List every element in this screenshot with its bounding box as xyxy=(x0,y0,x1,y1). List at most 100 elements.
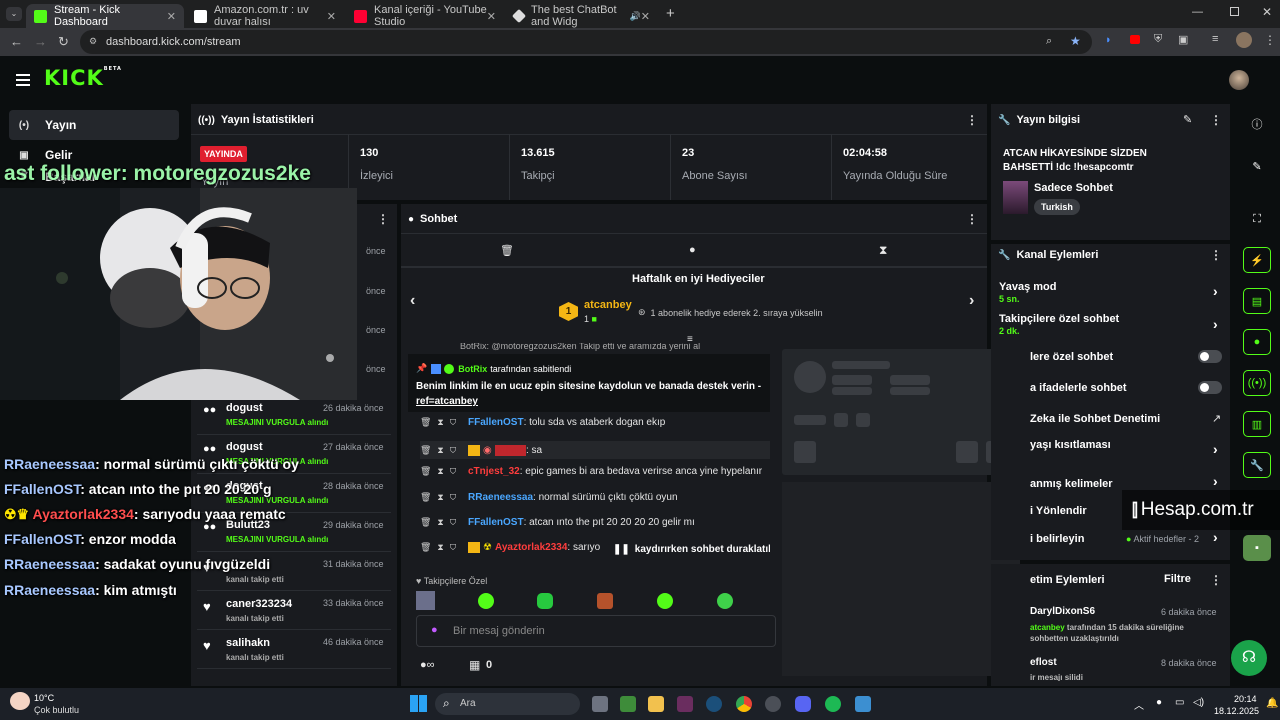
clock-date[interactable]: 18.12.2025 xyxy=(1214,706,1259,716)
chat-username[interactable]: FFallenOST xyxy=(468,517,524,528)
hourglass-icon[interactable]: ⧗ xyxy=(879,243,887,258)
extensions-puzzle-icon[interactable]: ≡ xyxy=(1212,33,1218,45)
discord-icon[interactable] xyxy=(795,696,811,712)
profile-avatar-icon[interactable] xyxy=(1236,32,1252,48)
user-avatar[interactable] xyxy=(1229,70,1249,90)
minimize-window-button[interactable]: — xyxy=(1192,6,1203,18)
steam-icon[interactable] xyxy=(706,696,722,712)
emote-tile[interactable] xyxy=(416,591,435,610)
tab-kick-dashboard[interactable]: Stream - Kick Dashboard ✕ xyxy=(26,4,184,28)
tab-close-icon[interactable]: ✕ xyxy=(487,10,496,23)
sidebar-item-yayin[interactable]: (•) Yayın xyxy=(9,110,179,140)
chat-message[interactable]: 🗑⧗⛉ RRaeneessaa: normal sürümü çıktı çök… xyxy=(420,492,678,503)
mod-action-icons[interactable]: 🗑⧗⛉ xyxy=(420,445,468,456)
mic-tray-icon[interactable]: ● xyxy=(1156,697,1162,708)
app-purple-icon[interactable] xyxy=(677,696,693,712)
document-icon[interactable]: ▤ xyxy=(1243,288,1271,314)
language-tag[interactable]: Turkish xyxy=(1034,199,1080,215)
info-icon[interactable]: ⓘ xyxy=(1243,111,1271,137)
extension-translate-icon[interactable]: ◗ xyxy=(1105,34,1112,46)
zoom-icon[interactable]: ⌕ xyxy=(1046,35,1052,48)
age-restriction-label[interactable]: yaşı kısıtlaması xyxy=(1030,439,1111,451)
trash-icon[interactable]: 🗑 xyxy=(500,244,514,257)
mod-action-icons[interactable]: 🗑⧗⛉ xyxy=(420,542,468,553)
subs-chat-toggle[interactable] xyxy=(1198,350,1222,363)
stats-menu-icon[interactable]: ⋮ xyxy=(966,113,978,127)
fullscreen-icon[interactable]: ⛶ xyxy=(1243,206,1271,232)
stream-info-menu-icon[interactable]: ⋮ xyxy=(1210,113,1222,127)
emote-tile[interactable] xyxy=(537,593,553,609)
emote-tile[interactable] xyxy=(597,593,613,609)
lightning-icon[interactable]: ⚡ xyxy=(1243,247,1271,273)
filter-button[interactable]: Filtre xyxy=(1164,573,1191,585)
support-headset-icon[interactable]: ☊ xyxy=(1231,640,1267,676)
mod-action-user[interactable]: DarylDixonS6 xyxy=(1030,606,1095,617)
top-gifter-name[interactable]: atcanbey xyxy=(584,299,632,311)
wrench-icon[interactable]: 🔧 xyxy=(1243,452,1271,478)
spotify-icon[interactable] xyxy=(825,696,841,712)
slow-mode-label[interactable]: Yavaş mod xyxy=(999,281,1056,293)
new-tab-button[interactable]: + xyxy=(666,5,675,22)
broadcast-icon[interactable]: ((•)) xyxy=(1243,370,1271,396)
chrome-icon[interactable] xyxy=(736,696,752,712)
feed-menu-icon[interactable]: ⋮ xyxy=(377,212,389,226)
app-recorder-icon[interactable] xyxy=(765,696,781,712)
emote-chat-toggle[interactable] xyxy=(1198,381,1222,394)
tray-chevron-icon[interactable]: ︿ xyxy=(1134,697,1144,712)
chat-username[interactable]: RRaeneessaa xyxy=(468,492,533,503)
mod-actions-menu-icon[interactable]: ⋮ xyxy=(1210,573,1222,587)
tab-close-icon[interactable]: ✕ xyxy=(641,10,650,23)
chat-menu-icon[interactable]: ⋮ xyxy=(966,212,978,226)
chevron-right-icon[interactable]: › xyxy=(1213,529,1218,545)
emote-tile[interactable] xyxy=(657,593,673,609)
store-icon[interactable]: ▦ xyxy=(469,658,480,672)
mic-icon[interactable]: ● xyxy=(431,624,438,636)
weather-icon[interactable] xyxy=(10,692,30,710)
back-icon[interactable]: ← xyxy=(10,34,23,49)
forward-icon[interactable]: → xyxy=(34,34,47,49)
extension-youtube-icon[interactable] xyxy=(1130,35,1140,44)
tab-close-icon[interactable]: ✕ xyxy=(327,10,336,23)
chevron-right-icon[interactable]: › xyxy=(1213,283,1218,299)
chat-bubble-icon[interactable]: ● xyxy=(1243,329,1271,355)
extension-shield-icon[interactable]: ▣ xyxy=(1178,33,1188,46)
followers-chat-label[interactable]: Takipçilere özel sohbet xyxy=(999,313,1119,325)
chevron-right-icon[interactable]: › xyxy=(1213,473,1218,489)
mod-actor[interactable]: atcanbey xyxy=(1030,623,1065,632)
goals-label[interactable]: i belirleyin xyxy=(1030,533,1084,545)
chat-message[interactable]: 🗑⧗⛉ ◉ mhno: sa xyxy=(420,441,770,459)
mod-action-icons[interactable]: 🗑⧗⛉ xyxy=(420,466,468,477)
gifters-prev-icon[interactable]: ‹ xyxy=(410,292,415,310)
site-info-icon[interactable]: ⚙ xyxy=(89,36,97,47)
chat-username[interactable]: mhno xyxy=(494,444,526,456)
gifters-next-icon[interactable]: › xyxy=(969,292,974,310)
mod-action-user[interactable]: eflost xyxy=(1030,657,1057,668)
mod-action-icons[interactable]: 🗑⧗⛉ xyxy=(420,417,468,428)
chat-message[interactable]: 🗑⧗⛉ cTnjest_32: epic games bi ara bedava… xyxy=(420,466,762,477)
ai-moderation-label[interactable]: Zeka ile Sohbet Denetimi xyxy=(1030,413,1160,425)
points-icon[interactable]: ●∞ xyxy=(420,659,435,671)
network-icon[interactable]: ▭ xyxy=(1175,697,1184,708)
chat-username[interactable]: FFallenOST xyxy=(468,417,524,428)
kick-logo[interactable]: KICKBETA xyxy=(44,66,122,90)
app-blue-icon[interactable] xyxy=(855,696,871,712)
chat-paused-notice[interactable]: ❚❚ kaydırırken sohbet duraklatıl xyxy=(607,537,770,561)
address-bar[interactable]: ⚙ dashboard.kick.com/stream ⌕ ★ xyxy=(80,30,1092,54)
maximize-window-button[interactable] xyxy=(1230,7,1239,16)
bookmark-star-icon[interactable]: ★ xyxy=(1070,34,1081,48)
chat-bubble-icon[interactable]: ● xyxy=(689,244,696,256)
banned-words-label[interactable]: anmış kelimeler xyxy=(1030,478,1113,490)
chat-message[interactable]: 🗑⧗⛉ ☢ Ayaztorlak2334: sarıyo xyxy=(420,542,600,553)
chevron-right-icon[interactable]: › xyxy=(1213,316,1218,332)
redirect-label[interactable]: i Yönlendir xyxy=(1030,505,1087,517)
volume-icon[interactable]: ◁) xyxy=(1193,697,1204,708)
reload-icon[interactable]: ↻ xyxy=(58,34,69,50)
minecraft-icon[interactable] xyxy=(620,696,636,712)
channel-actions-menu-icon[interactable]: ⋮ xyxy=(1210,248,1222,262)
chat-username[interactable]: Ayaztorlak2334 xyxy=(495,542,567,553)
hamburger-menu-icon[interactable] xyxy=(16,74,30,86)
app-icon[interactable]: ▪ xyxy=(1243,535,1271,561)
chat-username[interactable]: cTnjest_32 xyxy=(468,466,520,477)
tab-youtube-studio[interactable]: Kanal içeriği - YouTube Studio ✕ xyxy=(346,4,504,28)
pinned-link[interactable]: ref=atcanbey xyxy=(416,396,478,407)
